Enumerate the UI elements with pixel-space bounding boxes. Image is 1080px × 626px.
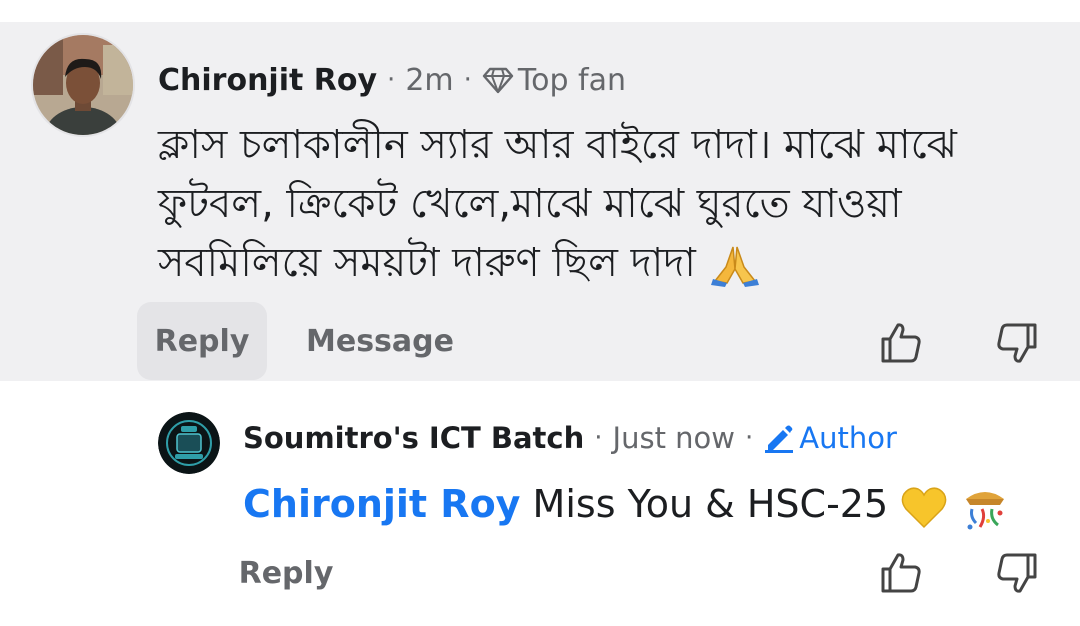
thumbs-down-icon	[997, 323, 1037, 363]
top-fan-badge: Top fan	[482, 63, 626, 98]
top-strip	[0, 0, 1080, 22]
comment-line: সবমিলিয়ে সময়টা দারুণ ছিল দাদা	[158, 234, 1058, 293]
badge-label: Author	[799, 421, 897, 455]
mention-link[interactable]: Chironjit Roy	[243, 482, 520, 526]
message-button[interactable]: Message	[300, 302, 460, 380]
confetti-ball-emoji	[966, 491, 1005, 529]
reply-button[interactable]: Reply	[137, 302, 267, 380]
reply-meta: Soumitro's ICT Batch · Just now · Author	[243, 418, 897, 458]
badge-label: Top fan	[517, 62, 627, 98]
dislike-button[interactable]	[990, 316, 1044, 370]
dislike-button[interactable]	[990, 546, 1044, 600]
pencil-icon	[765, 425, 794, 453]
thumbs-up-icon	[881, 323, 921, 363]
comment-meta: Chironjit Roy · 2m · Top fan	[158, 58, 626, 102]
comment-time[interactable]: 2m	[405, 63, 453, 98]
comment-line-text: সবমিলিয়ে সময়টা দারুণ ছিল দাদা	[158, 240, 696, 286]
reply-time[interactable]: Just now	[613, 421, 735, 455]
diamond-icon	[482, 67, 514, 94]
thumbs-down-icon	[997, 553, 1037, 593]
separator-dot: ·	[594, 423, 603, 453]
comment-line: ক্লাস চলাকালীন স্যার আর বাইরে দাদা। মাঝে…	[158, 122, 957, 168]
separator-dot: ·	[387, 65, 396, 95]
like-button[interactable]	[874, 546, 928, 600]
separator-dot: ·	[745, 423, 754, 453]
like-button[interactable]	[874, 316, 928, 370]
comment-line: ফুটবল, ক্রিকেট খেলে,মাঝে মাঝে ঘুরতে যাওয…	[158, 181, 902, 227]
comment-text: ক্লাস চলাকালীন স্যার আর বাইরে দাদা। মাঝে…	[158, 116, 1058, 293]
yellow-heart-emoji	[901, 486, 947, 528]
reply-button[interactable]: Reply	[230, 540, 342, 606]
reply-message: Miss You & HSC-25	[532, 482, 889, 526]
reply-author-name[interactable]: Soumitro's ICT Batch	[243, 421, 584, 455]
separator-dot: ·	[463, 65, 472, 95]
thumbs-up-icon	[881, 553, 921, 593]
commenter-avatar[interactable]	[31, 33, 135, 137]
commenter-name[interactable]: Chironjit Roy	[158, 63, 377, 98]
folded-hands-emoji	[710, 246, 759, 287]
reply-text: Chironjit Roy Miss You & HSC-25	[243, 478, 1010, 531]
page-avatar[interactable]	[158, 412, 220, 474]
author-badge: Author	[763, 421, 897, 455]
